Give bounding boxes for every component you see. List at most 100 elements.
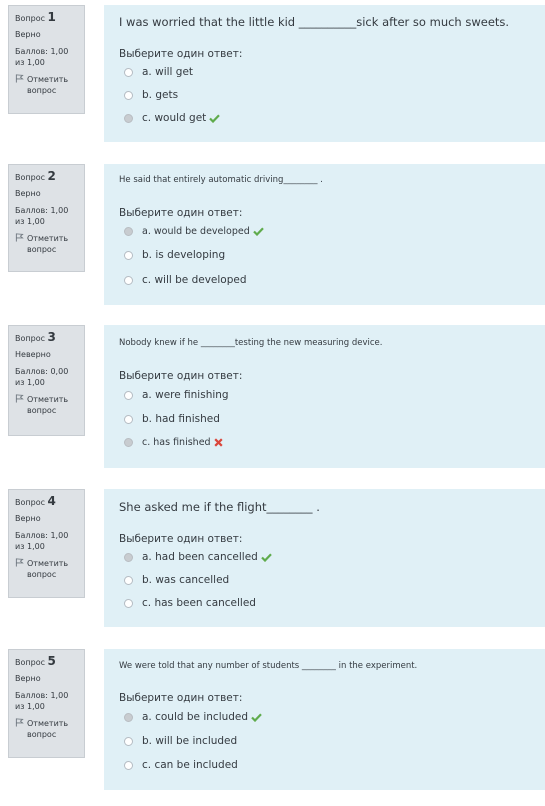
question-text: He said that entirely automatic driving_… (119, 175, 323, 185)
question-number: Вопрос 3 (15, 330, 56, 344)
answer-option[interactable]: b. will be included (124, 735, 237, 747)
radio-button-selected[interactable] (124, 227, 133, 236)
question-state: Верно (15, 514, 41, 523)
answer-option[interactable]: c. has been cancelled (124, 597, 256, 609)
radio-button-selected[interactable] (124, 438, 133, 447)
answer-option[interactable]: c. has finished (124, 437, 223, 448)
question-text: We were told that any number of students… (119, 661, 418, 671)
answer-prompt: Выберите один ответ: (119, 692, 243, 704)
question-info: Вопрос 5 Верно Баллов: 1,00 из 1,00 Отме… (8, 649, 85, 758)
question-grade: Баллов: 1,00 из 1,00 (15, 47, 69, 67)
flag-label: Отметить вопрос (27, 559, 69, 579)
question-state: Неверно (15, 350, 51, 359)
question-grade: Баллов: 1,00 из 1,00 (15, 531, 69, 551)
flag-icon (15, 394, 24, 403)
question-number: Вопрос 2 (15, 169, 56, 183)
answer-option[interactable]: a. could be included (124, 711, 262, 723)
radio-button[interactable] (124, 67, 133, 77)
answer-prompt: Выберите один ответ: (119, 48, 243, 60)
check-icon (252, 227, 264, 236)
check-icon (261, 552, 272, 562)
radio-button[interactable] (124, 275, 133, 285)
option-label: c. has finished (142, 437, 211, 448)
radio-button[interactable] (124, 390, 133, 400)
flag-label: Отметить вопрос (27, 75, 69, 95)
answer-option[interactable]: b. is developing (124, 249, 225, 261)
option-label: b. will be included (142, 735, 238, 747)
option-label: c. would get (142, 112, 207, 124)
answer-option[interactable]: c. can be included (124, 759, 238, 771)
answer-option[interactable]: b. gets (124, 89, 178, 101)
question-text: She asked me if the flight________ . (119, 500, 320, 514)
answer-prompt: Выберите один ответ: (119, 207, 243, 219)
radio-button-selected[interactable] (124, 113, 133, 123)
question-state: Верно (15, 674, 41, 683)
question-content: He said that entirely automatic driving_… (104, 164, 545, 305)
radio-button[interactable] (124, 760, 133, 770)
question-number: Вопрос 1 (15, 10, 56, 24)
question-content: We were told that any number of students… (104, 649, 545, 790)
option-label: c. will be developed (142, 274, 247, 286)
radio-button[interactable] (124, 414, 133, 424)
answer-option[interactable]: c. would get (124, 112, 221, 124)
answer-prompt: Выберите один ответ: (119, 533, 243, 545)
radio-button[interactable] (124, 575, 133, 585)
answer-option[interactable]: a. were finishing (124, 389, 229, 401)
option-label: a. would be developed (142, 226, 250, 237)
flag-question-link[interactable]: Отметить вопрос (15, 74, 78, 96)
radio-button[interactable] (124, 90, 133, 100)
answer-option[interactable]: a. will get (124, 66, 193, 78)
question-state: Верно (15, 189, 41, 198)
option-label: c. has been cancelled (142, 597, 256, 609)
question-number: Вопрос 4 (15, 494, 56, 508)
option-label: b. had finished (142, 413, 220, 425)
question-number: Вопрос 5 (15, 654, 56, 668)
check-icon (251, 712, 262, 722)
question-content: Nobody knew if he ________testing the ne… (104, 325, 545, 468)
answer-option[interactable]: a. would be developed (124, 226, 264, 237)
flag-label: Отметить вопрос (27, 719, 69, 739)
option-label: c. can be included (142, 759, 238, 771)
question-grade: Баллов: 1,00 из 1,00 (15, 206, 69, 226)
flag-question-link[interactable]: Отметить вопрос (15, 558, 78, 580)
answer-prompt: Выберите один ответ: (119, 370, 243, 382)
question-text: Nobody knew if he ________testing the ne… (119, 338, 383, 348)
radio-button-selected[interactable] (124, 712, 133, 722)
check-icon (209, 113, 221, 123)
question-info: Вопрос 4 Верно Баллов: 1,00 из 1,00 Отме… (8, 489, 85, 598)
question-content: She asked me if the flight________ . Выб… (104, 489, 545, 627)
answer-option[interactable]: b. was cancelled (124, 574, 229, 586)
option-label: b. was cancelled (142, 574, 230, 586)
flag-question-link[interactable]: Отметить вопрос (15, 233, 78, 255)
answer-option[interactable]: a. had been cancelled (124, 551, 272, 563)
question-grade: Баллов: 1,00 из 1,00 (15, 691, 69, 711)
flag-icon (15, 233, 24, 242)
flag-icon (15, 558, 24, 567)
question-state: Верно (15, 30, 41, 39)
question-grade: Баллов: 0,00 из 1,00 (15, 367, 69, 387)
flag-question-link[interactable]: Отметить вопрос (15, 394, 78, 416)
question-info: Вопрос 1 Верно Баллов: 1,00 из 1,00 Отме… (8, 5, 85, 114)
question-text: I was worried that the little kid ______… (119, 15, 510, 29)
cross-icon (214, 438, 223, 447)
radio-button[interactable] (124, 598, 133, 608)
option-label: b. is developing (142, 249, 226, 261)
option-label: a. could be included (142, 711, 249, 723)
option-label: a. had been cancelled (142, 551, 258, 563)
answer-option[interactable]: b. had finished (124, 413, 220, 425)
answer-option[interactable]: c. will be developed (124, 274, 247, 286)
flag-label: Отметить вопрос (27, 395, 69, 415)
flag-icon (15, 718, 24, 727)
question-content: I was worried that the little kid ______… (104, 5, 545, 142)
flag-question-link[interactable]: Отметить вопрос (15, 718, 78, 740)
option-label: a. will get (142, 66, 194, 78)
radio-button[interactable] (124, 736, 133, 746)
option-label: b. gets (142, 89, 179, 101)
option-label: a. were finishing (142, 389, 229, 401)
question-info: Вопрос 3 Неверно Баллов: 0,00 из 1,00 От… (8, 325, 85, 436)
flag-label: Отметить вопрос (27, 234, 69, 254)
question-info: Вопрос 2 Верно Баллов: 1,00 из 1,00 Отме… (8, 164, 85, 272)
radio-button-selected[interactable] (124, 552, 133, 562)
flag-icon (15, 74, 24, 83)
radio-button[interactable] (124, 250, 133, 260)
